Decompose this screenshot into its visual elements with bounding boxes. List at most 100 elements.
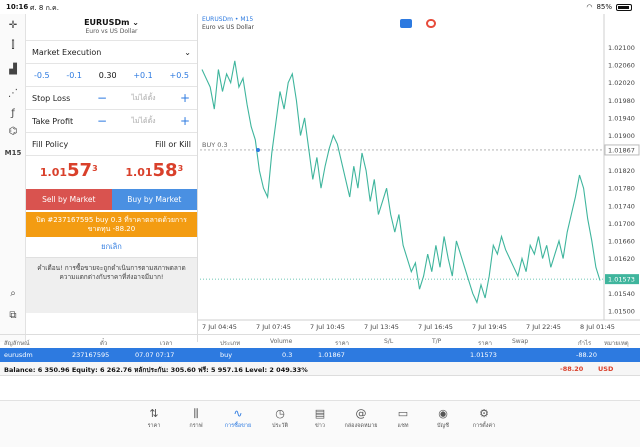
volume-stepper: -0.5 -0.1 0.30 +0.1 +0.5 [26, 63, 197, 86]
col-ticket: ตั๋ว [100, 340, 108, 347]
balance-bar: Balance: 6 350.96 Equity: 6 262.76 หลักป… [0, 362, 640, 376]
currency: USD [598, 365, 614, 373]
total-profit: -88.20 [560, 365, 584, 373]
y-tick-label: 1.01820 [608, 167, 635, 175]
y-tick-label: 1.01980 [608, 97, 635, 105]
volume-plus-05[interactable]: +0.5 [170, 71, 189, 80]
close-position-button[interactable]: ปิด #237167595 buy 0.3 ที่ราคาตลาดด้วยกา… [26, 212, 197, 237]
chart-icon: ⫼ [193, 407, 199, 420]
tab-mailbox[interactable]: @ กล่องจดหมาย [341, 407, 381, 430]
volume-value[interactable]: 0.30 [99, 71, 117, 80]
col-comment: หมายเหตุ [604, 340, 629, 347]
col-type: ประเภท [220, 340, 241, 347]
ask-price-pips: 58 [152, 160, 178, 181]
row-price: 1.01573 [470, 351, 497, 359]
tab-quotes[interactable]: ⇅ ราคา [134, 407, 174, 430]
buy-button[interactable]: Buy by Market [111, 189, 197, 210]
bid-price: 1.01 57 3 [26, 156, 112, 189]
stop-loss-input[interactable]: ไม่ได้ตั้ง [108, 93, 179, 104]
crosshair-icon[interactable]: ✛ [4, 18, 22, 32]
close-position-line1: ปิด #237167595 buy 0.3 ที่ราคาตลาดด้วยกา… [36, 215, 187, 224]
zoom-icon[interactable]: ⌕ [4, 286, 22, 300]
account-icon: ◉ [438, 407, 448, 420]
y-tick-label: 1.01900 [608, 132, 635, 140]
bid-price-pips: 57 [67, 160, 93, 181]
row-ticket: 237167595 [72, 351, 110, 359]
take-profit-minus[interactable]: − [96, 114, 108, 128]
tab-settings[interactable]: ⚙ การตั้งค่า [464, 407, 504, 430]
function-icon[interactable]: ƒ [4, 106, 22, 120]
take-profit-label: Take Profit [32, 116, 74, 126]
balance-summary: Balance: 6 350.96 Equity: 6 262.76 หลักป… [4, 366, 308, 374]
price-chart[interactable]: 1.02100 1.02060 1.02020 1.01980 1.01940 1.019… [198, 14, 640, 334]
y-tick-label: 1.01867 [608, 146, 635, 154]
tab-bar: ⇅ ราคา ⫼ กราฟ ∿ การซื้อขาย ◷ ประวัติ ▤ ข่าว @… [0, 400, 640, 447]
x-tick-label: 7 Jul 22:45 [526, 323, 561, 331]
row-profit: -88.20 [576, 351, 597, 359]
stop-loss-minus[interactable]: − [96, 91, 108, 105]
tab-settings-label: การตั้งค่า [472, 423, 496, 429]
volume-minus-05[interactable]: -0.5 [34, 71, 50, 80]
one-click-icon[interactable]: ⧉ [4, 308, 22, 322]
tab-trade[interactable]: ∿ การซื้อขาย [218, 407, 258, 430]
symbol-selector[interactable]: EURUSDm ⌄ Euro vs US Dollar [26, 14, 197, 40]
tab-chat-label: แชท [397, 423, 409, 429]
take-profit-row: Take Profit − ไม่ได้ตั้ง + [26, 109, 197, 132]
status-bar: 10:16 ศ. 8 ก.ค. ◠ 85% [0, 0, 640, 14]
indicators-icon[interactable]: ▟ [4, 62, 22, 76]
y-tick-label: 1.01740 [608, 202, 635, 210]
bid-price-prefix: 1.01 [39, 166, 67, 179]
y-tick-label: 1.01573 [608, 276, 635, 284]
objects-icon[interactable]: ⋰ [4, 86, 22, 100]
quotes-icon: ⇅ [149, 407, 159, 420]
row-type: buy [220, 351, 233, 359]
chart-toolbar: ✛ ⫿ ▟ ⋰ ƒ ⌬ M15 ⌕ ⧉ [0, 14, 26, 342]
take-profit-plus[interactable]: + [179, 114, 191, 128]
tab-news[interactable]: ▤ ข่าว [300, 407, 340, 430]
tab-quotes-label: ราคา [147, 423, 161, 429]
col-tp: T/P [432, 338, 442, 345]
y-tick-label: 1.01780 [608, 185, 635, 193]
fill-policy-value[interactable]: Fill or Kill [155, 140, 191, 149]
volume-plus-01[interactable]: +0.1 [133, 71, 152, 80]
timeframe-m15[interactable]: M15 [4, 146, 22, 160]
cancel-button[interactable]: ยกเลิก [26, 237, 197, 257]
chart-subtitle: Euro vs US Dollar [202, 24, 254, 31]
fill-policy-label: Fill Policy [32, 139, 69, 149]
candles-icon[interactable]: ⫿ [4, 38, 22, 52]
chart-canvas[interactable]: 1.02100 1.02060 1.02020 1.01980 1.01940 1.019… [198, 14, 640, 334]
wifi-icon: ◠ [586, 3, 593, 11]
take-profit-input[interactable]: ไม่ได้ตั้ง [108, 116, 179, 127]
trade-icon: ∿ [233, 407, 243, 420]
shapes-icon[interactable]: ⌬ [4, 124, 22, 138]
order-buttons: Sell by Market Buy by Market [26, 189, 197, 210]
y-tick-label: 1.02060 [608, 62, 635, 70]
tab-chart-label: กราฟ [189, 423, 203, 429]
symbol-name[interactable]: EURUSDm [84, 18, 129, 27]
tab-history[interactable]: ◷ ประวัติ [260, 407, 300, 430]
table-row[interactable]: eurusdm 237167595 07.07 07:17 buy 0.3 1.… [0, 348, 640, 362]
y-tick-label: 1.01540 [608, 290, 635, 298]
ask-price-point: 3 [177, 164, 184, 173]
col-open-price: ราคา [335, 340, 349, 347]
execution-select[interactable]: Market Execution ⌄ [26, 40, 197, 63]
sell-button[interactable]: Sell by Market [26, 189, 112, 210]
x-tick-label: 7 Jul 10:45 [310, 323, 345, 331]
one-click-trading-icon[interactable] [400, 19, 412, 28]
x-tick-label: 7 Jul 16:45 [418, 323, 453, 331]
fill-policy-row[interactable]: Fill Policy Fill or Kill [26, 132, 197, 155]
status-time: 10:16 [6, 3, 29, 11]
row-volume: 0.3 [282, 351, 293, 359]
depth-of-market-icon[interactable] [426, 19, 436, 28]
prices: 1.01 57 3 1.01 58 3 [26, 155, 197, 189]
x-tick-label: 7 Jul 07:45 [256, 323, 291, 331]
volume-minus-01[interactable]: -0.1 [66, 71, 82, 80]
tab-chart[interactable]: ⫼ กราฟ [176, 407, 216, 430]
close-position-line2: ขาดทุน -88.20 [87, 224, 136, 233]
col-volume: Volume [270, 338, 293, 345]
tab-chat[interactable]: ▭ แชท [383, 407, 423, 430]
stop-loss-plus[interactable]: + [179, 91, 191, 105]
tab-accounts-label: บัญชี [437, 423, 449, 429]
chart-title: EURUSDm • M15 [202, 16, 254, 23]
tab-accounts[interactable]: ◉ บัญชี [423, 407, 463, 430]
